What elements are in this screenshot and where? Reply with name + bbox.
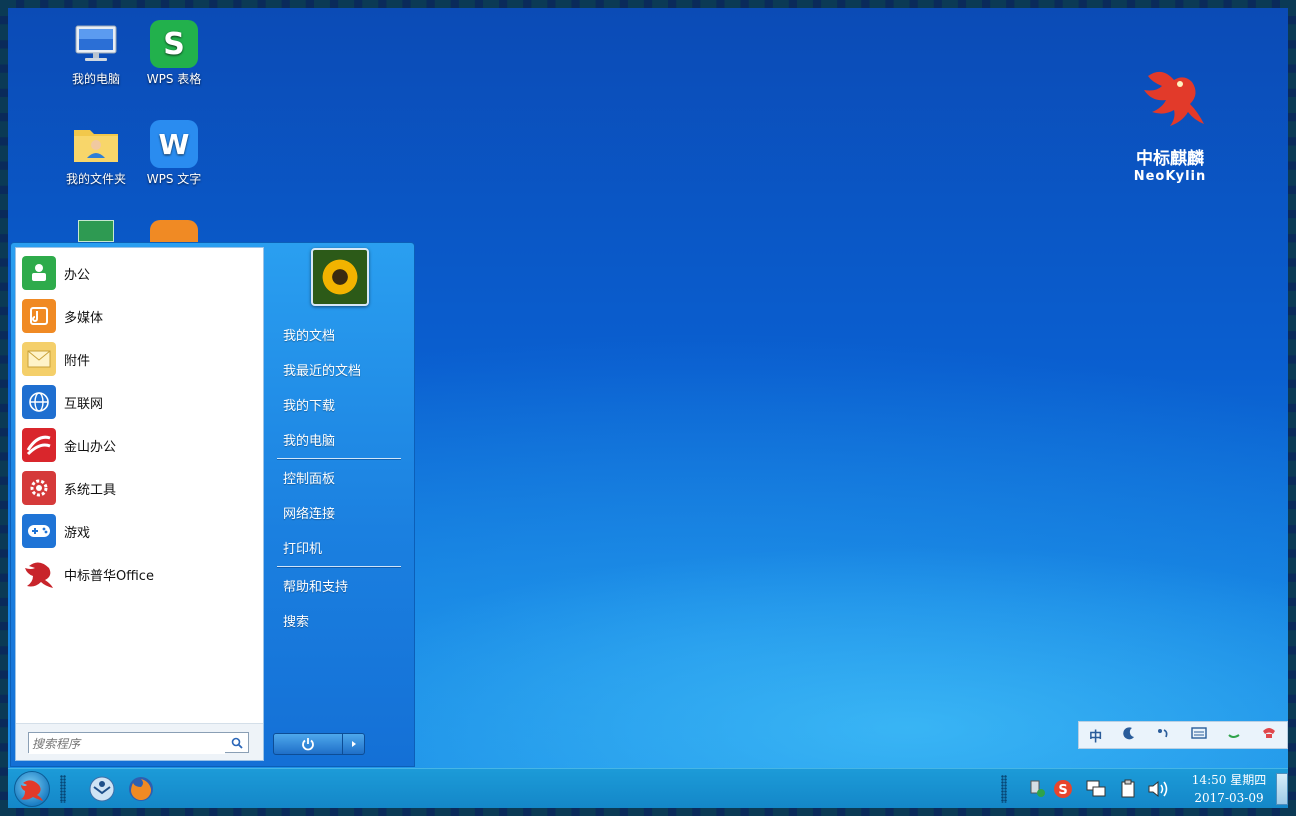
- link-network-connections[interactable]: 网络连接: [283, 503, 335, 522]
- multimedia-icon: [22, 299, 56, 333]
- desktop-icon-label: 我的电脑: [71, 72, 120, 86]
- link-my-computer[interactable]: 我的电脑: [283, 430, 335, 449]
- wps-writer-icon: W: [150, 120, 198, 168]
- program-kingsoft-office[interactable]: 金山办公: [22, 426, 258, 464]
- accessories-icon: [22, 342, 56, 376]
- sogou-input-icon[interactable]: S: [1049, 775, 1077, 803]
- spreadsheet-file-icon[interactable]: [78, 220, 114, 242]
- desktop-icon-wps-writer[interactable]: W WPS 文字: [132, 120, 216, 187]
- power-options-button[interactable]: [343, 733, 365, 755]
- menu-separator: [277, 566, 401, 567]
- program-label: 游戏: [64, 525, 91, 541]
- ime-toolbar: 中: [1078, 721, 1288, 749]
- program-cs2c-office[interactable]: 中标普华Office: [22, 555, 258, 593]
- punctuation-icon[interactable]: [1156, 726, 1170, 744]
- search-box: [28, 732, 249, 754]
- clock[interactable]: 14:50 星期四 2017-03-09: [1182, 771, 1276, 807]
- desktop-icon-label: 我的文件夹: [65, 172, 126, 186]
- start-button[interactable]: [14, 771, 50, 807]
- program-system-tools[interactable]: 系统工具: [22, 469, 258, 507]
- cs2c-office-icon: [22, 557, 56, 591]
- desktop-icon-label: WPS 文字: [146, 172, 202, 186]
- desktop: 我的电脑 S WPS 表格 我的文件夹 W WPS 文字 中标麒麟 NeoKyl…: [8, 8, 1288, 808]
- link-my-documents[interactable]: 我的文档: [283, 325, 335, 344]
- show-desktop-button[interactable]: [1276, 773, 1288, 805]
- tray-grip[interactable]: [1001, 775, 1007, 803]
- logo-text-cn: 中标麒麟: [1136, 149, 1204, 169]
- kingsoft-office-icon: [22, 428, 56, 462]
- program-label: 多媒体: [64, 310, 104, 326]
- skin-icon[interactable]: [1227, 726, 1241, 744]
- desktop-icon-my-folder[interactable]: 我的文件夹: [54, 120, 138, 187]
- taskbar-grip[interactable]: [60, 775, 66, 803]
- settings-icon[interactable]: [1261, 726, 1277, 744]
- internet-icon: [22, 385, 56, 419]
- kylin-start-icon: [21, 780, 43, 801]
- clipboard-icon[interactable]: [1114, 775, 1142, 803]
- program-multimedia[interactable]: 多媒体: [22, 297, 258, 335]
- taskbar: S 14:50 星期四 2017-03-09: [8, 768, 1288, 808]
- volume-icon[interactable]: [1144, 775, 1172, 803]
- firefox-icon[interactable]: [127, 775, 155, 803]
- computer-icon: [72, 20, 120, 68]
- arrow-right-icon: [351, 741, 356, 747]
- program-internet[interactable]: 互联网: [22, 383, 258, 421]
- network-icon[interactable]: [1082, 775, 1110, 803]
- menu-separator: [277, 458, 401, 459]
- start-menu: 办公 多媒体 附件 互联网 金山办公 系统工具 游戏 中标普华Office 搜索…: [10, 242, 415, 767]
- user-folder-icon: [72, 120, 120, 168]
- program-games[interactable]: 游戏: [22, 512, 258, 550]
- desktop-icon-wps-spreadsheet[interactable]: S WPS 表格: [132, 20, 216, 87]
- svg-text:S: S: [1058, 783, 1067, 798]
- program-list-pane: 办公 多媒体 附件 互联网 金山办公 系统工具 游戏 中标普华Office 搜索…: [15, 247, 264, 761]
- program-office[interactable]: 办公: [22, 254, 258, 292]
- ime-mode-toggle[interactable]: 中: [1089, 726, 1102, 745]
- program-label: 中标普华Office: [64, 568, 154, 584]
- wps-spreadsheet-icon: S: [150, 20, 198, 68]
- power-button[interactable]: [273, 733, 343, 755]
- logo-text-en: NeoKylin: [1133, 169, 1207, 184]
- link-search[interactable]: 搜索: [283, 611, 309, 630]
- games-icon: [22, 514, 56, 548]
- wps-presentation-icon[interactable]: [150, 220, 198, 242]
- program-label: 系统工具: [64, 482, 117, 498]
- search-area: [16, 723, 263, 760]
- link-control-panel[interactable]: 控制面板: [283, 468, 335, 487]
- clock-date: 2017-03-09: [1194, 791, 1264, 805]
- email-client-icon[interactable]: [88, 775, 116, 803]
- desktop-icon-label: WPS 表格: [146, 72, 202, 86]
- office-icon: [22, 256, 56, 290]
- keyboard-icon[interactable]: [1190, 726, 1207, 744]
- kylin-dragon-icon: [1144, 71, 1204, 126]
- link-printers[interactable]: 打印机: [283, 538, 322, 557]
- program-label: 办公: [64, 267, 91, 283]
- link-recent-documents[interactable]: 我最近的文档: [283, 360, 361, 379]
- program-label: 附件: [64, 353, 91, 369]
- system-tools-icon: [22, 471, 56, 505]
- program-label: 互联网: [64, 396, 104, 412]
- power-icon: [302, 738, 314, 751]
- program-label: 金山办公: [64, 439, 117, 455]
- desktop-icon-my-computer[interactable]: 我的电脑: [54, 20, 138, 87]
- search-icon[interactable]: [228, 734, 246, 751]
- power-controls: [273, 733, 365, 755]
- link-help-support[interactable]: 帮助和支持: [283, 576, 348, 595]
- link-my-downloads[interactable]: 我的下载: [283, 395, 335, 414]
- moon-icon[interactable]: [1122, 726, 1136, 744]
- clock-time: 14:50 星期四: [1191, 773, 1267, 787]
- neokylin-logo: 中标麒麟 NeoKylin: [1120, 66, 1220, 184]
- program-accessories[interactable]: 附件: [22, 340, 258, 378]
- removable-device-icon[interactable]: [1024, 775, 1052, 803]
- user-avatar[interactable]: [311, 248, 369, 306]
- search-input[interactable]: [29, 734, 225, 754]
